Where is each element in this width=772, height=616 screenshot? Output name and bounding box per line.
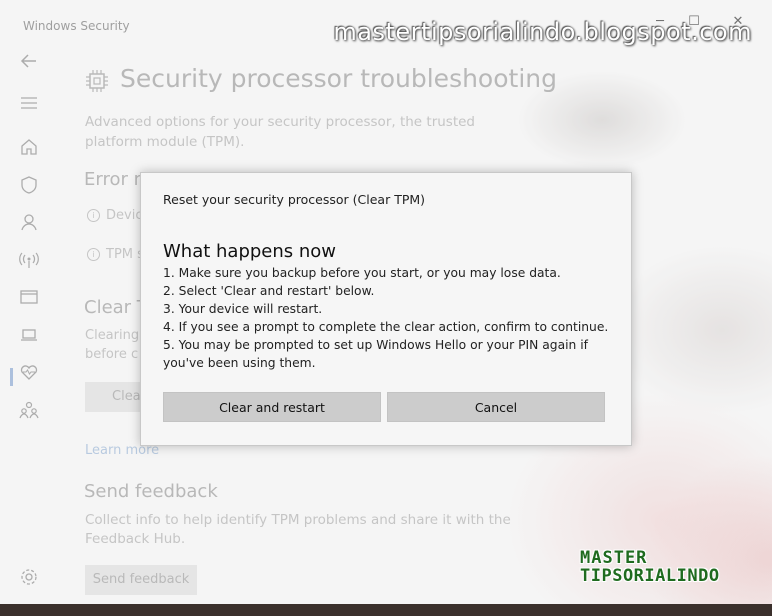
dialog-title: Reset your security processor (Clear TPM… [163, 192, 426, 207]
dialog-step: 5. You may be prompted to set up Windows… [163, 338, 589, 370]
dialog-step: 2. Select 'Clear and restart' below. [163, 284, 375, 298]
dialog-steps-list: 1. Make sure you backup before you start… [163, 264, 613, 372]
brand-line-2: TIPSORIALINDO [580, 566, 720, 586]
windows-security-window: Windows Security ─ ☐ ✕ mastertipsorialin… [0, 0, 772, 612]
clear-tpm-dialog: Reset your security processor (Clear TPM… [140, 172, 632, 446]
dialog-step: 1. Make sure you backup before you start… [163, 266, 561, 280]
brand-line-1: MASTER [580, 548, 648, 568]
dialog-step: 4. If you see a prompt to complete the c… [163, 320, 609, 334]
clear-and-restart-button[interactable]: Clear and restart [163, 392, 381, 422]
dialog-heading: What happens now [163, 241, 337, 262]
cancel-button[interactable]: Cancel [387, 392, 605, 422]
desktop-background-strip [0, 604, 772, 616]
dialog-step: 3. Your device will restart. [163, 302, 323, 316]
brand-watermark: MASTER TIPSORIALINDO [580, 548, 720, 586]
